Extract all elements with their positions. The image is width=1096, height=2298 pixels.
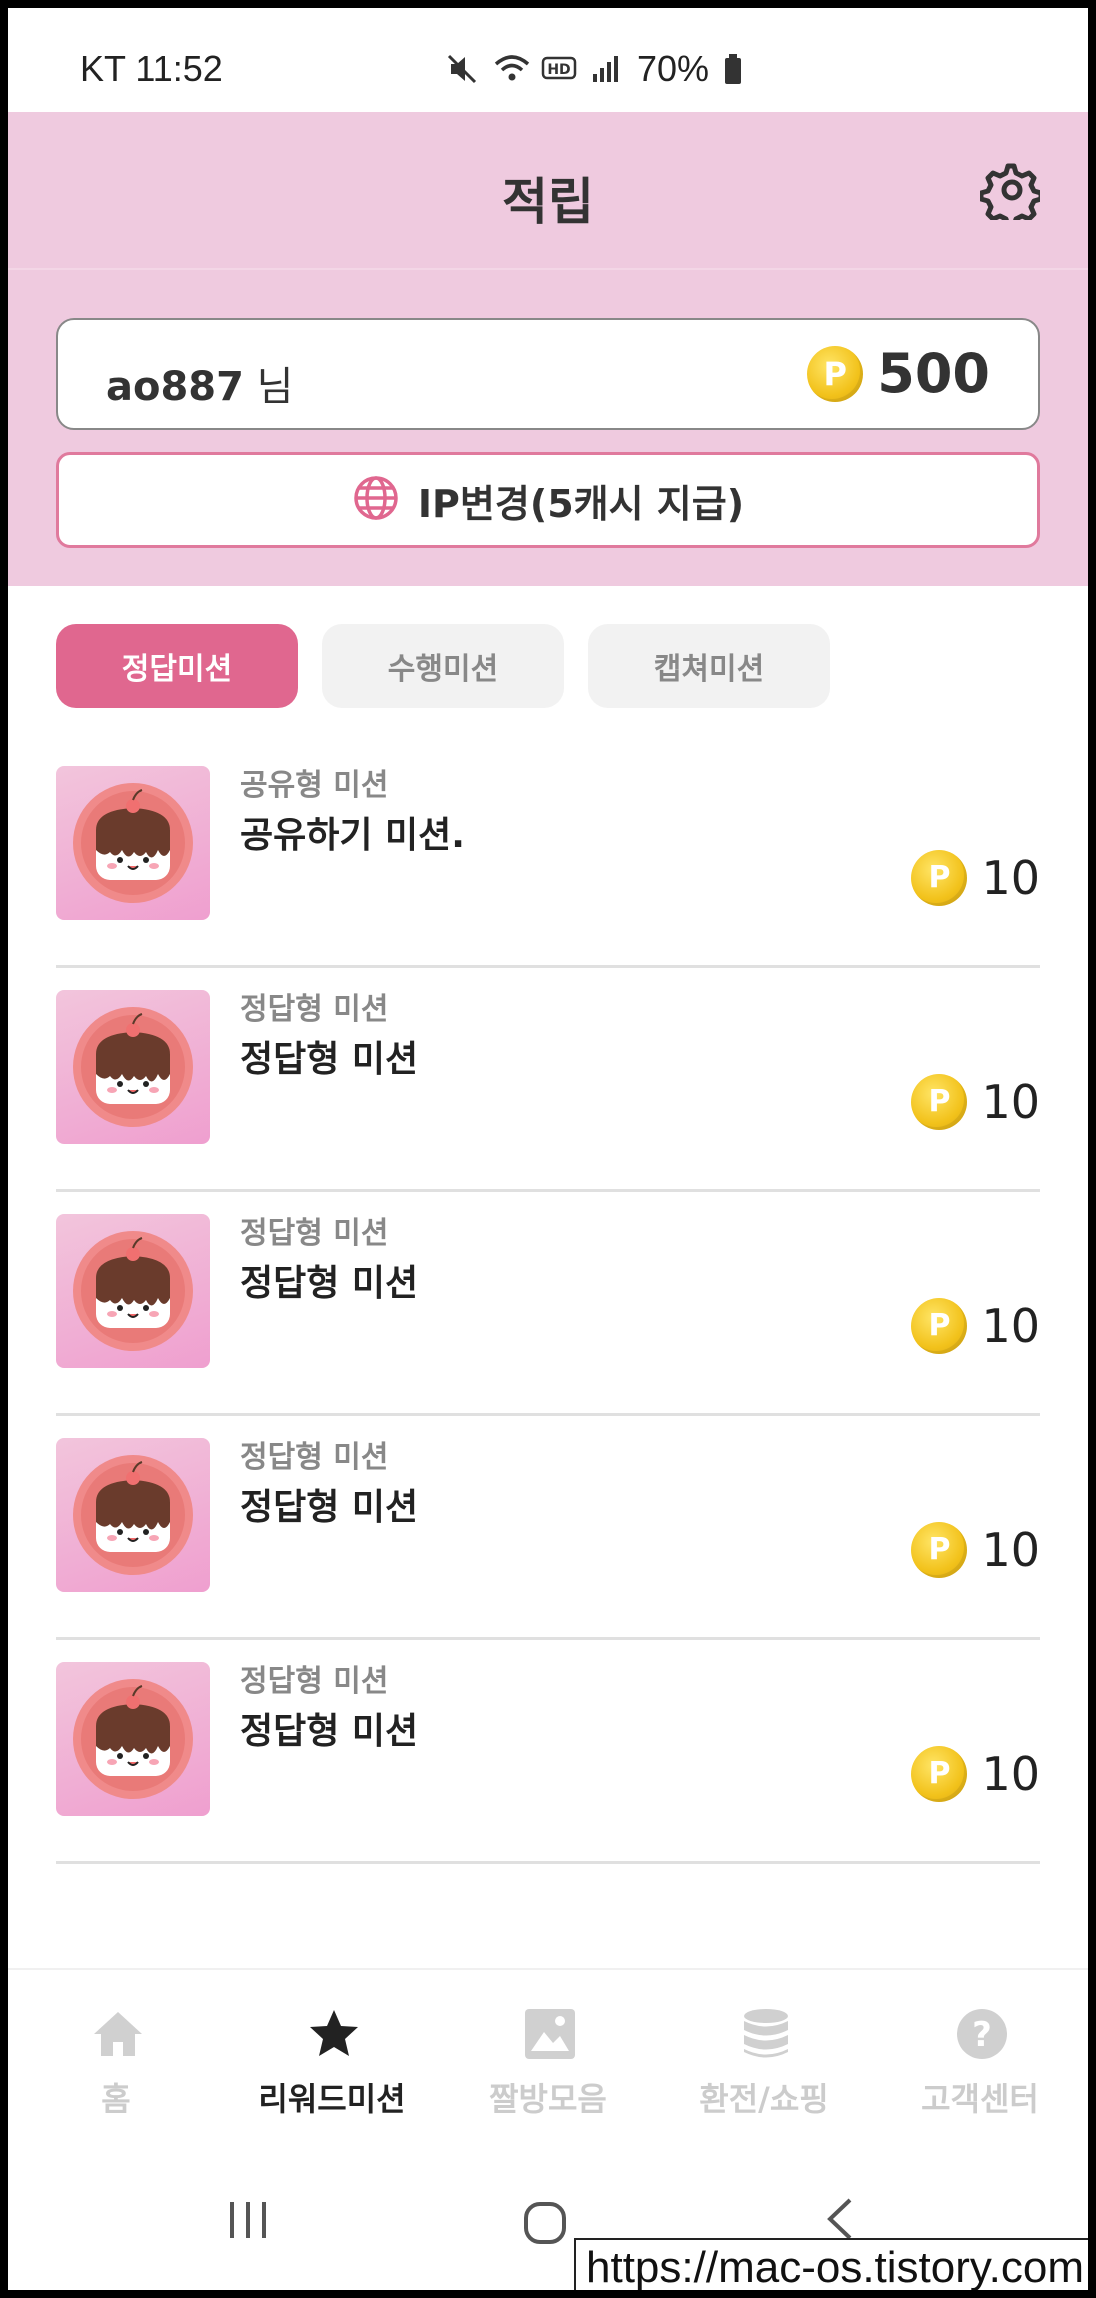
- svg-text:?: ?: [972, 2015, 992, 2055]
- mission-thumbnail: [56, 990, 210, 1144]
- tab-perform-mission[interactable]: 수행미션: [322, 624, 564, 708]
- svg-text:HD: HD: [547, 62, 570, 78]
- signal-icon: [589, 52, 623, 86]
- home-button-icon[interactable]: [522, 2200, 568, 2250]
- mission-list: 공유형 미션 공유하기 미션. 10 정답형 미션 정답형 미션: [56, 744, 1040, 1864]
- coin-icon: [911, 1746, 968, 1802]
- mission-category: 정답형 미션: [240, 1664, 389, 1699]
- mute-icon: [445, 52, 479, 86]
- mission-reward: 10: [911, 850, 1040, 906]
- image-icon: [522, 2006, 578, 2062]
- coin-icon: [911, 850, 968, 906]
- coin-icon: [911, 1074, 968, 1130]
- mission-category: 정답형 미션: [240, 1216, 389, 1251]
- reward-value: 10: [981, 851, 1040, 905]
- username: ao887: [106, 364, 244, 410]
- mission-title: 정답형 미션: [240, 1487, 419, 1528]
- user-points: 500: [807, 342, 990, 405]
- mission-reward: 10: [911, 1298, 1040, 1354]
- mission-thumbnail: [56, 1662, 210, 1816]
- gear-icon[interactable]: [978, 160, 1044, 229]
- app-header: 적립: [8, 112, 1088, 268]
- coin-icon: [911, 1298, 968, 1354]
- mission-thumbnail: [56, 1214, 210, 1368]
- mission-title: 정답형 미션: [240, 1263, 419, 1304]
- tab-answer-mission[interactable]: 정답미션: [56, 624, 298, 708]
- star-icon: [306, 2006, 362, 2062]
- mission-reward: 10: [911, 1746, 1040, 1802]
- mission-title: 정답형 미션: [240, 1039, 419, 1080]
- reward-value: 10: [981, 1075, 1040, 1129]
- reward-value: 10: [981, 1747, 1040, 1801]
- nav-label: 짤방모음: [489, 2080, 607, 2118]
- watermark: https://mac-os.tistory.com: [574, 2238, 1088, 2290]
- user-info-box: ao887 님 500: [56, 318, 1040, 430]
- nav-reward-mission[interactable]: 리워드미션: [224, 1970, 440, 2120]
- nav-customer-center[interactable]: ? 고객센터: [872, 1970, 1088, 2120]
- bottom-nav: 홈 리워드미션 짤방모음 환전/쇼핑 ? 고객센터: [8, 1968, 1088, 2118]
- phone-screen: KT 11:52 HD 70% 적립 ao887 님 P 500 IP변경(5캐…: [8, 8, 1088, 2290]
- nav-label: 환전/쇼핑: [699, 2080, 829, 2118]
- mission-reward: 10: [911, 1074, 1040, 1130]
- database-icon: [738, 2006, 794, 2062]
- tab-capture-mission[interactable]: 캡쳐미션: [588, 624, 830, 708]
- status-icons: HD 70%: [445, 48, 743, 90]
- profile-area: ao887 님 500 IP변경(5캐시 지급): [8, 268, 1088, 586]
- carrier-time: KT 11:52: [80, 48, 223, 89]
- mission-tabs: 정답미션 수행미션 캡쳐미션: [56, 624, 830, 708]
- wifi-icon: [493, 52, 530, 86]
- mission-category: 정답형 미션: [240, 1440, 389, 1475]
- nav-home[interactable]: 홈: [8, 1970, 224, 2120]
- device-frame: KT 11:52 HD 70% 적립 ao887 님 P 500 IP변경(5캐…: [0, 0, 1096, 2298]
- mission-category: 정답형 미션: [240, 992, 389, 1027]
- coin-icon: [911, 1522, 968, 1578]
- honorific: 님: [243, 364, 294, 410]
- help-icon: ?: [954, 2006, 1010, 2062]
- battery-icon: [723, 52, 743, 86]
- coin-icon: [807, 345, 864, 402]
- nav-meme-collection[interactable]: 짤방모음: [440, 1970, 656, 2120]
- user-name: ao887 님: [106, 354, 293, 412]
- reward-value: 10: [981, 1523, 1040, 1577]
- nav-label: 고객센터: [921, 2080, 1039, 2118]
- nav-exchange-shopping[interactable]: 환전/쇼핑: [656, 1970, 872, 2120]
- points-value: 500: [877, 342, 990, 405]
- mission-item[interactable]: 정답형 미션 정답형 미션 10: [56, 1640, 1040, 1864]
- ip-change-button[interactable]: IP변경(5캐시 지급): [56, 452, 1040, 548]
- page-title: 적립: [502, 173, 594, 231]
- mission-item[interactable]: 공유형 미션 공유하기 미션. 10: [56, 744, 1040, 968]
- mission-thumbnail: [56, 1438, 210, 1592]
- mission-item[interactable]: 정답형 미션 정답형 미션 10: [56, 968, 1040, 1192]
- mission-title: 공유하기 미션.: [240, 815, 465, 856]
- mission-category: 공유형 미션: [240, 768, 389, 803]
- nav-label: 리워드미션: [258, 2080, 406, 2118]
- mission-reward: 10: [911, 1522, 1040, 1578]
- recent-apps-icon[interactable]: [226, 2200, 272, 2244]
- ip-change-label: IP변경(5캐시 지급): [417, 481, 745, 526]
- battery-percent: 70%: [636, 48, 709, 89]
- hd-icon: HD: [541, 52, 577, 86]
- mission-item[interactable]: 정답형 미션 정답형 미션 10: [56, 1416, 1040, 1640]
- mission-title: 정답형 미션: [240, 1711, 419, 1752]
- reward-value: 10: [981, 1299, 1040, 1353]
- mission-thumbnail: [56, 766, 210, 920]
- globe-icon: [352, 474, 400, 526]
- mission-item[interactable]: 정답형 미션 정답형 미션 10: [56, 1192, 1040, 1416]
- status-bar: KT 11:52 HD 70%: [8, 8, 1088, 112]
- nav-label: 홈: [101, 2080, 131, 2118]
- home-icon: [90, 2006, 146, 2062]
